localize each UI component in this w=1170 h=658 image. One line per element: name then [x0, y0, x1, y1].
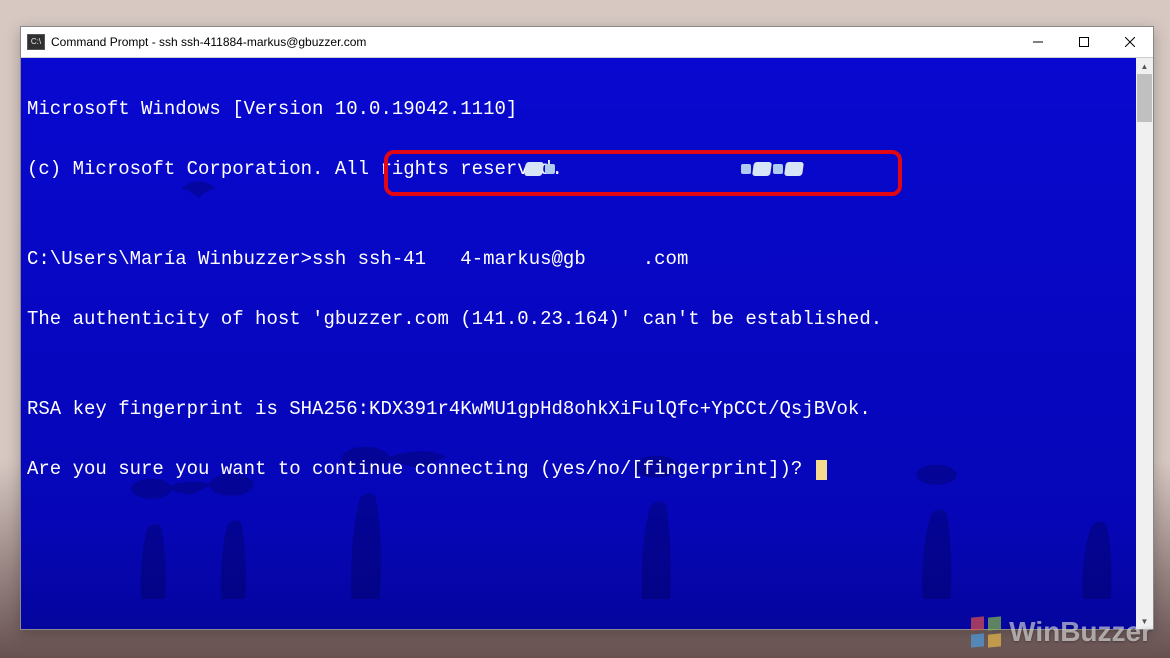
output-line: RSA key fingerprint is SHA256:KDX391r4Kw… — [27, 394, 1147, 424]
scroll-up-arrow-icon[interactable]: ▲ — [1136, 58, 1153, 74]
output-line-with-cursor: Are you sure you want to continue connec… — [27, 454, 1147, 484]
prompt-command-part2: 4-markus@gb — [460, 248, 585, 270]
close-button[interactable] — [1107, 27, 1153, 57]
command-prompt-window: C:\ Command Prompt - ssh ssh-411884-mark… — [20, 26, 1154, 630]
output-line: The authenticity of host 'gbuzzer.com (1… — [27, 304, 1147, 334]
vertical-scrollbar[interactable]: ▲ ▼ — [1136, 58, 1153, 629]
close-icon — [1125, 37, 1135, 47]
output-text: Are you sure you want to continue connec… — [27, 458, 814, 480]
output-line: Microsoft Windows [Version 10.0.19042.11… — [27, 94, 1147, 124]
console-output: Microsoft Windows [Version 10.0.19042.11… — [21, 58, 1153, 550]
text-cursor — [816, 460, 827, 480]
scroll-down-arrow-icon[interactable]: ▼ — [1136, 613, 1153, 629]
output-line: (c) Microsoft Corporation. All rights re… — [27, 154, 1147, 184]
minimize-icon — [1033, 37, 1043, 47]
window-control-buttons — [1015, 27, 1153, 57]
prompt-path: C:\Users\María Winbuzzer> — [27, 248, 312, 270]
redacted-gap-2 — [586, 248, 643, 270]
window-title: Command Prompt - ssh ssh-411884-markus@g… — [51, 35, 1015, 49]
prompt-command-part3: .com — [643, 248, 689, 270]
minimize-button[interactable] — [1015, 27, 1061, 57]
scroll-thumb[interactable] — [1137, 74, 1152, 122]
maximize-button[interactable] — [1061, 27, 1107, 57]
console-viewport[interactable]: Microsoft Windows [Version 10.0.19042.11… — [21, 58, 1153, 629]
cmd-icon: C:\ — [27, 34, 45, 50]
window-titlebar[interactable]: C:\ Command Prompt - ssh ssh-411884-mark… — [21, 27, 1153, 58]
prompt-command-part1: ssh ssh-41 — [312, 248, 426, 270]
maximize-icon — [1079, 37, 1089, 47]
prompt-line: C:\Users\María Winbuzzer>ssh ssh-41 4-ma… — [27, 244, 1147, 274]
redacted-gap-1 — [426, 248, 460, 270]
